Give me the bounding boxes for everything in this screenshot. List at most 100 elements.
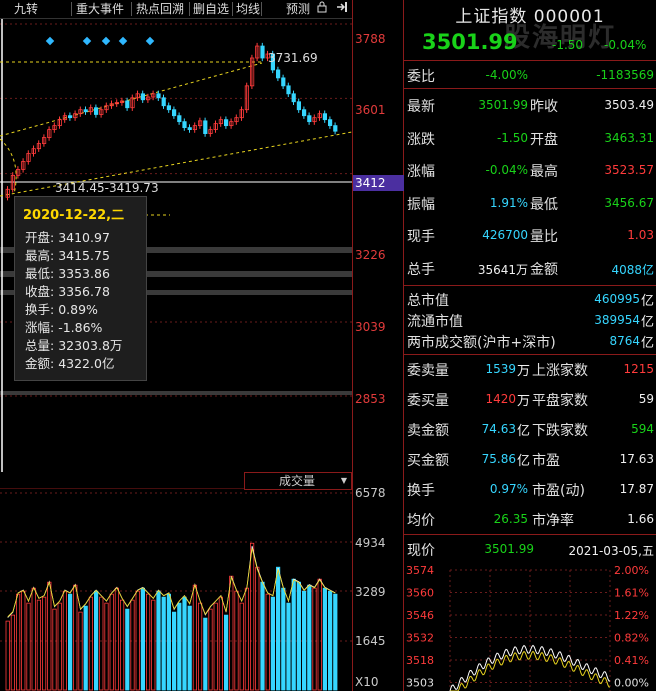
mini-chart-price: 3501.99 bbox=[484, 542, 534, 556]
candle-body bbox=[68, 115, 73, 119]
tooltip-value: 0.89% bbox=[58, 302, 98, 317]
volume-bar bbox=[296, 581, 302, 691]
market-label: 流通市值 bbox=[407, 314, 463, 330]
band bbox=[0, 391, 352, 395]
divider bbox=[404, 354, 656, 355]
toolbar-divider bbox=[261, 2, 262, 16]
price-change-pct: -0.04% bbox=[604, 38, 647, 52]
volume-bar bbox=[109, 593, 114, 691]
candle-body bbox=[182, 121, 187, 129]
volume-bar bbox=[88, 596, 93, 691]
quote-label: 最低 bbox=[530, 196, 558, 213]
tooltip-date: 2020-12-22,二 bbox=[23, 208, 125, 223]
candle-body bbox=[203, 120, 208, 134]
candle-body bbox=[327, 119, 333, 127]
quote-label: 涨跌 bbox=[407, 131, 435, 148]
exit-panel-icon[interactable] bbox=[334, 1, 350, 17]
candle-body bbox=[161, 97, 166, 107]
order-label: 委卖量 bbox=[407, 363, 449, 379]
volume-bar bbox=[57, 602, 62, 691]
volume-bar bbox=[260, 581, 265, 691]
weibi-label: 委比 bbox=[407, 69, 435, 85]
volume-bar bbox=[327, 590, 333, 691]
toolbar-remove-favorite[interactable]: 删自选 bbox=[193, 1, 229, 17]
trend-line bbox=[0, 131, 352, 197]
high-annotation: 3731.69 bbox=[268, 51, 318, 65]
volume-bar bbox=[31, 587, 36, 691]
volume-bar bbox=[21, 590, 26, 691]
tooltip-value: 4322.0亿 bbox=[58, 356, 115, 371]
volume-bar bbox=[223, 614, 229, 691]
quote-value: 1.91% bbox=[489, 195, 528, 210]
volume-bar bbox=[120, 599, 125, 691]
order-value: 1.66 bbox=[627, 512, 654, 526]
toolbar-divider bbox=[131, 2, 132, 16]
order-label: 上涨家数 bbox=[532, 363, 588, 379]
mini-axis-left: 3574 bbox=[406, 564, 434, 577]
volume-bar bbox=[301, 590, 307, 691]
toolbar-divider bbox=[232, 2, 233, 16]
tooltip-row: 涨幅: -1.86% bbox=[25, 320, 103, 335]
toolbar-jiuzhuan[interactable]: 九转 bbox=[14, 1, 38, 17]
volume-axis-label: 4934 bbox=[355, 536, 386, 550]
quote-value: 426700 bbox=[482, 228, 528, 242]
volume-multiplier: X10 bbox=[355, 675, 379, 689]
candle-body bbox=[187, 127, 192, 131]
volume-bar bbox=[281, 587, 286, 691]
market-value: 8764 bbox=[609, 334, 640, 348]
toolbar-major-events[interactable]: 重大事件 bbox=[76, 1, 124, 17]
volume-bar bbox=[265, 593, 270, 691]
order-label: 市盈 bbox=[532, 453, 560, 469]
tooltip-row: 换手: 0.89% bbox=[25, 302, 98, 317]
mini-axis-right: 1.61% bbox=[614, 587, 649, 600]
order-value: 59 bbox=[638, 392, 654, 406]
quote-label: 开盘 bbox=[530, 131, 558, 148]
price-axis-label: 3601 bbox=[355, 103, 386, 117]
volume-bar bbox=[166, 593, 171, 691]
quote-value: 3456.67 bbox=[604, 195, 654, 210]
quote-label: 量比 bbox=[530, 229, 558, 245]
volume-chart[interactable] bbox=[0, 488, 352, 691]
order-value: 17.87 bbox=[619, 482, 654, 496]
volume-bar bbox=[99, 596, 104, 691]
axis-divider bbox=[352, 0, 353, 691]
toolbar-hotspot-review[interactable]: 热点回溯 bbox=[136, 1, 184, 17]
mini-chart-date: 2021-03-05,五 bbox=[568, 544, 654, 558]
order-value: 75.86 bbox=[481, 452, 516, 466]
quote-label: 金额 bbox=[530, 261, 558, 278]
volume-bar bbox=[208, 608, 213, 691]
candle-body bbox=[223, 119, 229, 127]
toolbar-forecast[interactable]: 预测 bbox=[286, 1, 310, 17]
volume-axis-label: 1645 bbox=[355, 634, 386, 648]
volume-bar bbox=[15, 593, 21, 691]
tooltip-value: 3356.78 bbox=[58, 284, 110, 299]
toolbar-moving-average[interactable]: 均线 bbox=[236, 1, 260, 17]
volume-bar bbox=[104, 602, 109, 691]
volume-axis-label: 6578 bbox=[355, 486, 386, 500]
chart-toolbar: 九转 重大事件 热点回溯 删自选 均线 预测 bbox=[0, 0, 352, 19]
order-value: 0.97% bbox=[489, 482, 528, 496]
volume-ma-line bbox=[7, 545, 336, 618]
lock-icon[interactable] bbox=[314, 1, 330, 17]
candle-body bbox=[286, 85, 291, 95]
volume-bar bbox=[286, 602, 291, 691]
volume-tab-label: 成交量 bbox=[279, 474, 316, 488]
volume-indicator-selector[interactable]: 成交量 ▼ bbox=[244, 472, 352, 490]
volume-bar bbox=[83, 605, 88, 691]
candle-body bbox=[291, 93, 296, 103]
order-unit: 亿 bbox=[516, 424, 530, 439]
order-label: 平盘家数 bbox=[532, 393, 588, 409]
tooltip-label: 最高 bbox=[25, 248, 51, 263]
order-label: 换手 bbox=[407, 483, 435, 499]
volume-bar bbox=[68, 593, 73, 691]
volume-bar bbox=[182, 596, 187, 691]
quote-label: 现手 bbox=[407, 229, 435, 245]
volume-bar bbox=[5, 620, 10, 691]
quote-label: 最新 bbox=[407, 99, 435, 115]
candle-body bbox=[275, 69, 281, 79]
tooltip-value: 3415.75 bbox=[58, 248, 110, 263]
tooltip-label: 涨幅 bbox=[25, 320, 51, 335]
volume-bar bbox=[161, 596, 166, 691]
intraday-mini-chart[interactable]: 3574 2.00% 3560 1.61% 3546 1.22% 3532 0.82% 3518… bbox=[404, 562, 656, 691]
volume-bar bbox=[218, 596, 223, 691]
